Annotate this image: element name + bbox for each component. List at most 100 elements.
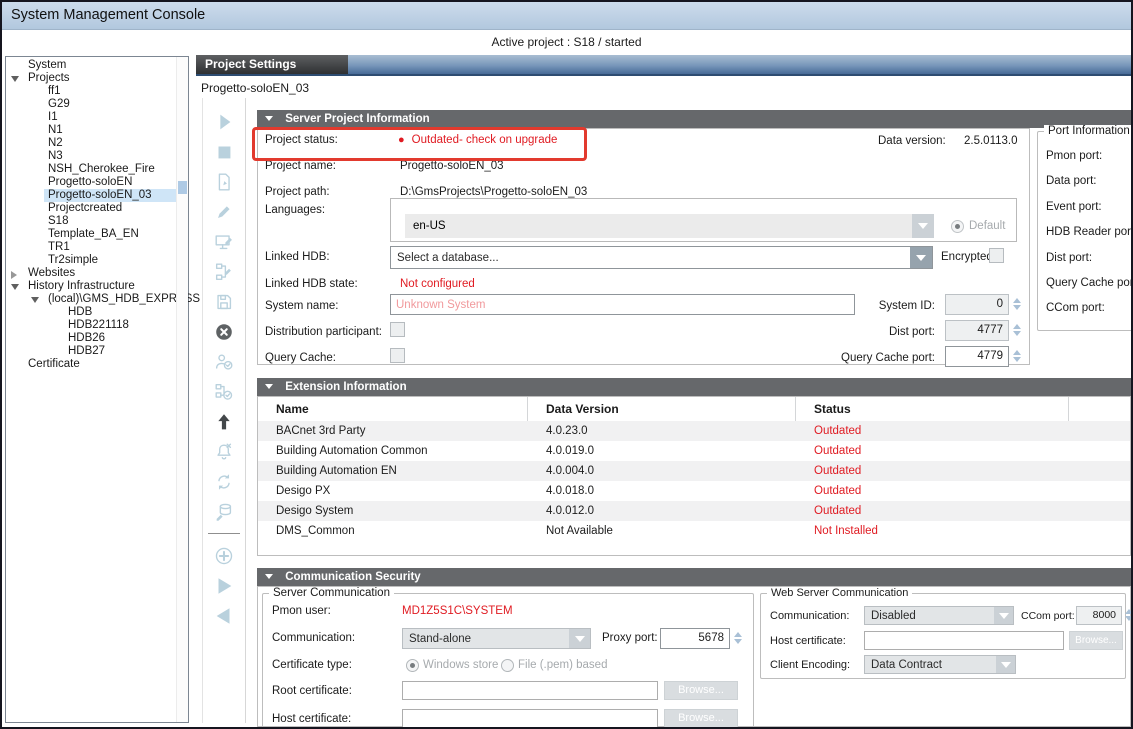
- communication-combobox[interactable]: Stand-alone: [402, 628, 591, 649]
- tree-item-hdb[interactable]: HDB: [6, 306, 176, 319]
- section-header-communication-security[interactable]: Communication Security: [257, 568, 1131, 586]
- distribution-participant-checkbox[interactable]: [390, 322, 405, 337]
- tree-item-n2[interactable]: N2: [6, 137, 176, 150]
- languages-dropdown-button[interactable]: [912, 214, 934, 238]
- project-toolbar: [202, 98, 246, 723]
- windows-store-radio[interactable]: [406, 659, 419, 672]
- host-certificate-browse-button[interactable]: Browse...: [664, 709, 738, 728]
- host-certificate-input[interactable]: [402, 709, 658, 728]
- client-encoding-dropdown-button[interactable]: [996, 656, 1015, 673]
- extension-row-dms-common[interactable]: DMS_CommonNot AvailableNot Installed: [258, 521, 1130, 541]
- system-id-input[interactable]: 0: [945, 294, 1009, 315]
- forward-button[interactable]: [211, 574, 237, 597]
- data-version-value: 2.5.0113.0: [964, 135, 1018, 147]
- proxy-port-spinner[interactable]: [732, 628, 743, 648]
- edit-button[interactable]: [211, 200, 237, 223]
- tab-label: Project Settings: [205, 57, 296, 71]
- section-header-extension-information[interactable]: Extension Information: [257, 378, 1131, 396]
- start-button[interactable]: [211, 110, 237, 133]
- tree-collapse-icon[interactable]: [11, 76, 19, 82]
- languages-listbox[interactable]: en-US Default: [390, 198, 1017, 242]
- tree-item-nsh-cherokee-fire[interactable]: NSH_Cherokee_Fire: [6, 163, 176, 176]
- dist-port-input[interactable]: 4777: [945, 320, 1009, 341]
- tree-scrollbar-thumb[interactable]: [178, 181, 187, 194]
- tree-item-projects[interactable]: Projects: [6, 72, 176, 85]
- tree-item-label: TR1: [6, 241, 70, 254]
- tree-item-hdb26[interactable]: HDB26: [6, 332, 176, 345]
- tree-item-template-ba-en[interactable]: Template_BA_EN: [6, 228, 176, 241]
- tree-item-tr2simple[interactable]: Tr2simple: [6, 254, 176, 267]
- project-path-value: D:\GmsProjects\Progetto-soloEN_03: [400, 186, 587, 198]
- tree-item-label: History Infrastructure: [6, 280, 135, 293]
- encrypted-checkbox[interactable]: [989, 248, 1004, 263]
- tree-item-progetto-soloen[interactable]: Progetto-soloEN: [6, 176, 176, 189]
- tree-item-hdb221118[interactable]: HDB221118: [6, 319, 176, 332]
- web-host-certificate-browse-button[interactable]: Browse...: [1069, 631, 1123, 650]
- communication-dropdown-button[interactable]: [569, 629, 590, 648]
- arrow-up-button[interactable]: [211, 410, 237, 433]
- section-header-server-project-information[interactable]: Server Project Information: [257, 110, 1131, 128]
- network-check-button[interactable]: [211, 380, 237, 403]
- database-restore-button[interactable]: [211, 500, 237, 523]
- stop-button[interactable]: [211, 140, 237, 163]
- tree-item-n3[interactable]: N3: [6, 150, 176, 163]
- network-edit-button[interactable]: [211, 260, 237, 283]
- root-certificate-input[interactable]: [402, 681, 658, 700]
- web-host-certificate-input[interactable]: [864, 631, 1064, 650]
- tree-item-system[interactable]: System: [6, 59, 176, 72]
- system-id-spinner[interactable]: [1011, 294, 1022, 314]
- root-certificate-browse-button[interactable]: Browse...: [664, 681, 738, 700]
- save-button[interactable]: [211, 290, 237, 313]
- tree-item-websites[interactable]: Websites: [6, 267, 176, 280]
- document-edit-button[interactable]: [211, 170, 237, 193]
- tree-item-s18[interactable]: S18: [6, 215, 176, 228]
- ccom-port-spinner[interactable]: [1123, 605, 1133, 625]
- tree-item-history-infrastructure[interactable]: History Infrastructure: [6, 280, 176, 293]
- linked-hdb-combobox[interactable]: Select a database...: [390, 246, 933, 269]
- tab-project-settings[interactable]: Project Settings: [196, 55, 348, 74]
- tree-item-projectcreated[interactable]: Projectcreated: [6, 202, 176, 215]
- close-button[interactable]: [211, 320, 237, 343]
- tree-item-hdb27[interactable]: HDB27: [6, 345, 176, 358]
- query-cache-port-spinner[interactable]: [1011, 346, 1022, 366]
- monitor-edit-button[interactable]: [211, 230, 237, 253]
- extension-row-desigo-px[interactable]: Desigo PX4.0.018.0Outdated: [258, 481, 1130, 501]
- tree-item-tr1[interactable]: TR1: [6, 241, 176, 254]
- query-cache-port-input[interactable]: 4779: [945, 346, 1009, 367]
- tree-item-i1[interactable]: I1: [6, 111, 176, 124]
- dist-port-spinner[interactable]: [1011, 320, 1022, 340]
- tree-item-local-gms-hdb-express[interactable]: (local)\GMS_HDB_EXPRESS: [6, 293, 176, 306]
- web-communication-dropdown-button[interactable]: [994, 607, 1013, 624]
- tree-item-ff1[interactable]: ff1: [6, 85, 176, 98]
- language-item-selected[interactable]: en-US: [405, 214, 912, 238]
- query-cache-checkbox[interactable]: [390, 348, 405, 363]
- linked-hdb-dropdown-button[interactable]: [910, 247, 932, 268]
- tree-item-n1[interactable]: N1: [6, 124, 176, 137]
- tree-item-g29[interactable]: G29: [6, 98, 176, 111]
- extension-row-building-automation-common[interactable]: Building Automation Common4.0.019.0Outda…: [258, 441, 1130, 461]
- tree-collapse-icon[interactable]: [31, 297, 39, 303]
- tree-item-certificate[interactable]: Certificate: [6, 358, 176, 371]
- cell-version: 4.0.018.0: [528, 481, 796, 501]
- file-pem-radio[interactable]: [501, 659, 514, 672]
- extension-row-bacnet-3rd-party[interactable]: BACnet 3rd Party4.0.23.0Outdated: [258, 421, 1130, 441]
- extension-row-desigo-system[interactable]: Desigo System4.0.012.0Outdated: [258, 501, 1130, 521]
- default-language-radio[interactable]: [951, 220, 964, 233]
- proxy-port-input[interactable]: 5678: [660, 628, 730, 649]
- tree-expand-icon[interactable]: [11, 271, 17, 279]
- tree-collapse-icon[interactable]: [11, 284, 19, 290]
- ccom-port-input[interactable]: 8000: [1076, 606, 1122, 625]
- monitor-refresh-button[interactable]: [211, 470, 237, 493]
- system-name-input[interactable]: [390, 294, 855, 315]
- client-encoding-combobox[interactable]: Data Contract: [864, 655, 1016, 674]
- tree-scrollbar[interactable]: [176, 57, 188, 722]
- linked-hdb-label: Linked HDB:: [265, 251, 330, 263]
- user-check-button[interactable]: [211, 350, 237, 373]
- port-label-ccom-port: CCom port:: [1038, 296, 1133, 321]
- web-communication-combobox[interactable]: Disabled: [864, 606, 1014, 625]
- extension-row-building-automation-en[interactable]: Building Automation EN4.0.004.0Outdated: [258, 461, 1130, 481]
- add-button[interactable]: [211, 544, 237, 567]
- alarm-disable-button[interactable]: [211, 440, 237, 463]
- tree-item-progetto-soloen-03[interactable]: Progetto-soloEN_03: [6, 189, 176, 202]
- back-button[interactable]: [211, 604, 237, 627]
